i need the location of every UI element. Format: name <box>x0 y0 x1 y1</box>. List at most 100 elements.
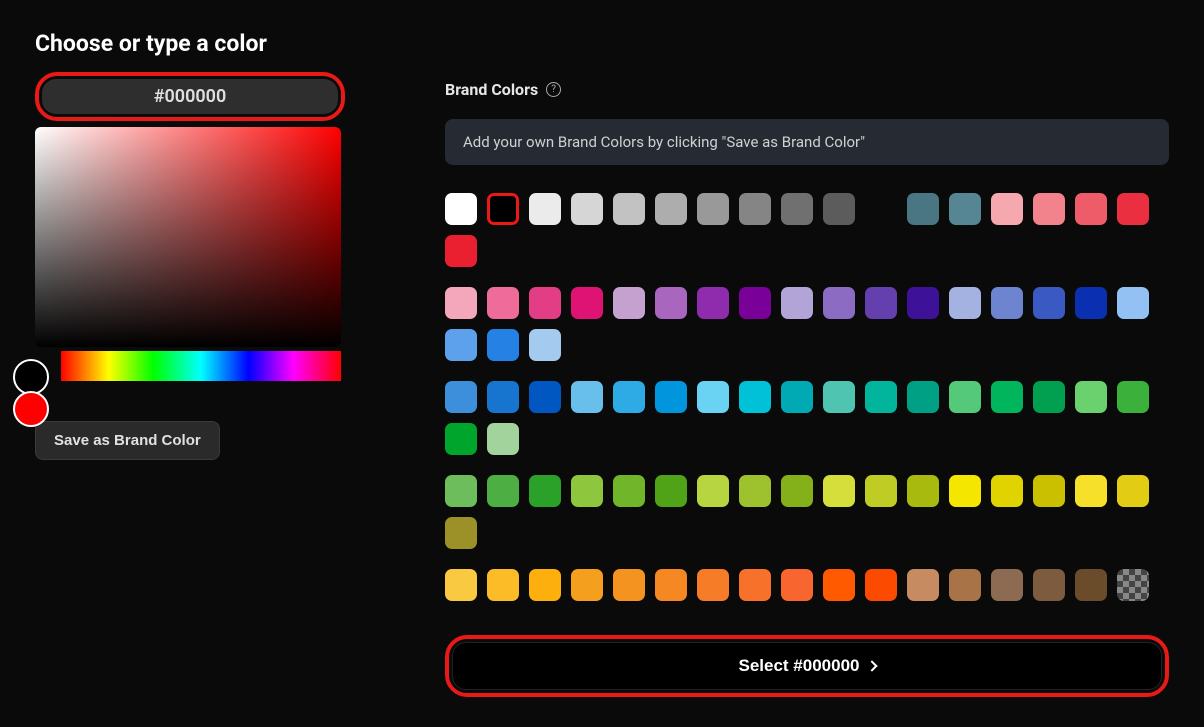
swatch[interactable] <box>487 569 519 601</box>
color-preview <box>13 359 49 427</box>
swatch[interactable] <box>655 287 687 319</box>
swatch[interactable] <box>655 475 687 507</box>
swatch[interactable] <box>613 475 645 507</box>
swatch[interactable] <box>949 569 981 601</box>
swatch[interactable] <box>823 381 855 413</box>
swatch[interactable] <box>1033 381 1065 413</box>
swatch[interactable] <box>781 381 813 413</box>
saturation-value-field[interactable] <box>35 127 341 347</box>
swatch[interactable] <box>739 193 771 225</box>
color-palette <box>445 193 1169 611</box>
swatch[interactable] <box>991 569 1023 601</box>
swatch[interactable] <box>613 193 645 225</box>
swatch[interactable] <box>487 329 519 361</box>
swatch[interactable] <box>781 193 813 225</box>
swatch[interactable] <box>529 287 561 319</box>
swatch[interactable] <box>907 193 939 225</box>
swatch[interactable] <box>697 193 729 225</box>
swatch[interactable] <box>1117 193 1149 225</box>
swatch[interactable] <box>655 569 687 601</box>
swatch-selected[interactable] <box>487 193 519 225</box>
swatch[interactable] <box>739 287 771 319</box>
swatch[interactable] <box>613 381 645 413</box>
swatch[interactable] <box>445 569 477 601</box>
swatch[interactable] <box>613 569 645 601</box>
swatch[interactable] <box>487 475 519 507</box>
swatch[interactable] <box>739 475 771 507</box>
swatch[interactable] <box>1033 569 1065 601</box>
swatch[interactable] <box>529 475 561 507</box>
swatch[interactable] <box>823 287 855 319</box>
swatch[interactable] <box>823 193 855 225</box>
swatch[interactable] <box>1117 381 1149 413</box>
swatch[interactable] <box>949 475 981 507</box>
hue-slider[interactable] <box>61 351 341 381</box>
swatch[interactable] <box>1117 475 1149 507</box>
swatch[interactable] <box>823 569 855 601</box>
swatch[interactable] <box>1033 475 1065 507</box>
swatch[interactable] <box>487 287 519 319</box>
swatch[interactable] <box>865 381 897 413</box>
help-icon[interactable]: ? <box>546 82 561 97</box>
swatch[interactable] <box>529 329 561 361</box>
swatch[interactable] <box>445 517 477 549</box>
swatch[interactable] <box>781 475 813 507</box>
swatch[interactable] <box>991 193 1023 225</box>
swatch[interactable] <box>781 287 813 319</box>
swatch[interactable] <box>655 193 687 225</box>
swatch[interactable] <box>445 329 477 361</box>
swatch[interactable] <box>907 287 939 319</box>
swatch[interactable] <box>865 475 897 507</box>
swatch[interactable] <box>781 569 813 601</box>
swatch[interactable] <box>571 475 603 507</box>
swatch[interactable] <box>1075 287 1107 319</box>
swatch-transparent[interactable] <box>1117 569 1149 601</box>
swatch[interactable] <box>739 569 771 601</box>
swatch[interactable] <box>697 381 729 413</box>
select-color-button[interactable]: Select #000000 <box>452 642 1162 690</box>
swatch[interactable] <box>445 235 477 267</box>
swatch[interactable] <box>1117 287 1149 319</box>
swatch[interactable] <box>865 569 897 601</box>
swatch[interactable] <box>445 381 477 413</box>
swatch[interactable] <box>697 475 729 507</box>
swatch[interactable] <box>571 287 603 319</box>
swatch[interactable] <box>1075 381 1107 413</box>
swatch[interactable] <box>949 381 981 413</box>
swatch[interactable] <box>1075 475 1107 507</box>
swatch[interactable] <box>823 475 855 507</box>
swatch[interactable] <box>613 287 645 319</box>
swatch[interactable] <box>991 287 1023 319</box>
swatch[interactable] <box>907 381 939 413</box>
swatch[interactable] <box>907 475 939 507</box>
swatch[interactable] <box>865 287 897 319</box>
swatch[interactable] <box>529 381 561 413</box>
swatch[interactable] <box>949 193 981 225</box>
swatch[interactable] <box>487 381 519 413</box>
swatch[interactable] <box>655 381 687 413</box>
swatch[interactable] <box>445 287 477 319</box>
swatch[interactable] <box>907 569 939 601</box>
swatch[interactable] <box>1075 193 1107 225</box>
swatch[interactable] <box>445 475 477 507</box>
save-brand-button[interactable]: Save as Brand Color <box>35 421 220 460</box>
swatch[interactable] <box>1033 287 1065 319</box>
swatch[interactable] <box>445 423 477 455</box>
swatch[interactable] <box>487 423 519 455</box>
swatch[interactable] <box>571 569 603 601</box>
swatch[interactable] <box>571 193 603 225</box>
swatch[interactable] <box>1033 193 1065 225</box>
swatch[interactable] <box>529 569 561 601</box>
swatch[interactable] <box>991 475 1023 507</box>
swatch[interactable] <box>529 193 561 225</box>
swatch[interactable] <box>739 381 771 413</box>
swatch[interactable] <box>949 287 981 319</box>
swatch[interactable] <box>571 381 603 413</box>
swatch[interactable] <box>697 569 729 601</box>
swatch[interactable] <box>991 381 1023 413</box>
swatch[interactable] <box>697 287 729 319</box>
hex-input-highlight <box>35 72 345 121</box>
swatch[interactable] <box>445 193 477 225</box>
swatch[interactable] <box>1075 569 1107 601</box>
hex-input[interactable] <box>42 79 338 114</box>
